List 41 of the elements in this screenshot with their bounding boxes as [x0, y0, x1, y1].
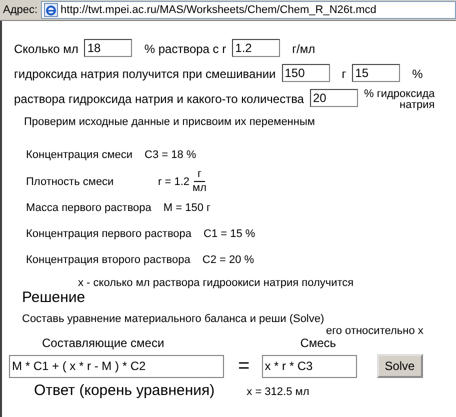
page-icon [44, 3, 58, 17]
definition-expression: M = 150 г [163, 202, 211, 214]
problem-text: % гидроксида натрия [364, 89, 435, 111]
problem-text: % [411, 66, 424, 81]
unit-denominator: мл [192, 182, 206, 195]
definition-expression: C2 = 20 % [202, 254, 254, 266]
problem-text: г [340, 66, 348, 81]
input-field[interactable]: 150 [282, 64, 330, 82]
definition-label: Масса первого раствора [26, 202, 152, 214]
input-field[interactable]: 20 [310, 89, 358, 107]
answer-label: Ответ (корень уравнения) [34, 382, 215, 399]
instruction-text: Составь уравнение материального баланса и реши (Solve) [22, 313, 326, 326]
solve-button[interactable]: Solve [376, 354, 423, 378]
address-label: Адрес: [3, 4, 38, 16]
input-field[interactable]: 18 [84, 39, 132, 57]
equation-right-field[interactable]: x * r * C3 [262, 354, 357, 378]
mixture-label: Смесь [300, 337, 336, 350]
problem-text: Сколько мл [13, 41, 80, 56]
problem-text: раствора гидроксида натрия и какого-то количества [13, 91, 305, 106]
problem-text: % раствора с r [143, 41, 228, 56]
definition-label: Концентрация смеси [26, 149, 133, 161]
definition-expression: C3 = 18 % [144, 149, 196, 161]
definition-expression: C1 = 15 % [204, 228, 256, 240]
solution-heading: Решение [22, 289, 86, 306]
equation-left-field[interactable]: M * C1 + ( x * r - M ) * C2 [9, 354, 224, 378]
problem-text: г/мл [291, 41, 316, 56]
problem-text: гидроксида натрия получится при смешивании [13, 66, 277, 81]
variable-note: x - сколько мл раствора гидроокиси натрия получится [78, 277, 355, 289]
input-field[interactable]: 15 [352, 64, 400, 82]
definition-label: Плотность смеси [26, 176, 115, 188]
equals-sign: = [238, 354, 250, 378]
definition-expression: r = 1.2 [158, 176, 190, 188]
section-heading: Проверим исходные данные и присвоим их переменным [24, 116, 316, 128]
instruction-text: его относительно x [326, 326, 424, 337]
definition-label: Концентрация второго раствора [26, 254, 190, 266]
address-field[interactable]: http://twt.mpei.ac.ru/MAS/Worksheets/Chem/Chem_R_N26t.mcd [40, 1, 456, 19]
input-field[interactable]: 1.2 [232, 39, 280, 57]
answer-value: x = 312.5 мл [246, 386, 310, 398]
components-label: Составляющие смеси [42, 337, 164, 350]
unit-numerator: г [194, 168, 204, 182]
definition-label: Концентрация первого раствора [26, 228, 192, 240]
